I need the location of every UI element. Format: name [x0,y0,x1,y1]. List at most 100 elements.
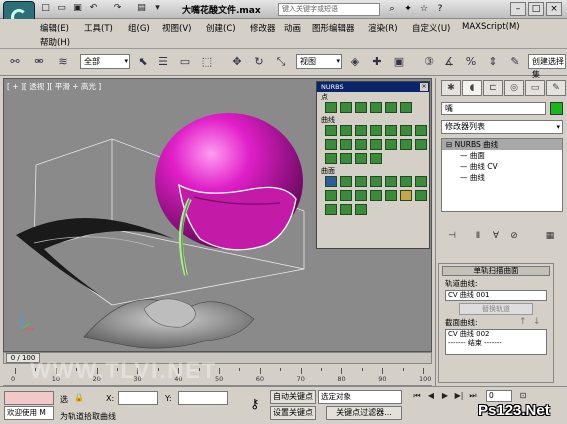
surface-tool-icon[interactable] [325,176,337,187]
nurbs-title[interactable]: NURBS × [317,82,429,92]
surface-tool-icon[interactable] [355,190,367,201]
selection-filter-dropdown[interactable]: 全部 ▾ [80,54,130,69]
menu-graph-editors[interactable]: 图形编辑器 [312,22,355,34]
curve-tool-icon[interactable] [340,139,352,150]
section-curves-list[interactable]: CV 曲线 002 ------- 结束 ------- [445,329,547,355]
surface-tool-icon[interactable] [400,176,412,187]
curve-tool-icon[interactable] [340,125,352,136]
curve-tool-icon[interactable] [355,153,367,164]
surface-tool-icon[interactable] [340,176,352,187]
display-tab-icon[interactable]: ▭ [525,80,545,96]
go-to-end-icon[interactable]: ⏭ [466,390,480,402]
time-config-icon[interactable]: ⊡ [516,390,530,402]
stack-item-curve-cv[interactable]: — 曲线 CV [442,161,562,172]
menu-modifiers[interactable]: 修改器 [250,22,276,34]
window-crossing-icon[interactable]: ⬚ [198,53,216,71]
curve-tool-icon[interactable] [340,153,352,164]
arrow-up-icon[interactable]: ↑ [519,317,527,328]
minimize-button[interactable]: – [510,2,526,16]
reference-coord-dropdown[interactable]: 视图 ▾ [296,54,342,69]
angle-snap-icon[interactable]: ∡ [440,53,458,71]
maximize-button[interactable]: □ [528,2,544,16]
surface-tool-icon[interactable] [325,190,337,201]
menu-animation[interactable]: 动画 [284,22,301,34]
favorites-icon[interactable]: ☆ [418,3,430,15]
infocenter-icon[interactable]: ✦ [402,3,414,15]
rotate-icon[interactable]: ↻ [250,53,268,71]
link-icon[interactable]: ⚯ [6,53,24,71]
arrow-down-icon[interactable]: ↓ [533,317,541,328]
open-file-icon[interactable]: ▭ [56,3,67,14]
key-icon[interactable]: ⚷ [250,397,260,412]
curve-tool-icon[interactable] [370,153,382,164]
surface-tool-icon[interactable] [325,204,337,215]
search-input[interactable]: 键入关键字或短语 [278,3,380,16]
bind-spacewarp-icon[interactable]: ≋ [54,53,72,71]
play-icon[interactable]: ▶ [438,390,452,402]
configure-sets-icon[interactable]: ▦ [543,229,557,243]
create-tab-icon[interactable]: ✱ [441,80,461,96]
surface-tool-icon[interactable] [415,176,427,187]
remove-modifier-icon[interactable]: ⊘ [507,229,521,243]
menu-help[interactable]: 帮助(H) [40,36,70,48]
pivot-center-icon[interactable]: ◈ [346,53,364,71]
point-tool-icon[interactable] [325,102,337,113]
scale-icon[interactable]: ⤡ [272,53,290,71]
stack-item-curve[interactable]: — 曲线 [442,172,562,183]
point-tool-icon[interactable] [385,102,397,113]
menu-create[interactable]: 创建(C) [206,22,236,34]
rollout-title[interactable]: 单轨扫描曲面 [442,266,550,276]
point-tool-icon[interactable] [340,102,352,113]
close-button[interactable]: × [546,2,562,16]
rail-curve-field[interactable]: CV 曲线 001 [445,290,547,301]
curve-tool-icon[interactable] [325,125,337,136]
replace-rail-button[interactable]: 替换轨道 [459,303,533,315]
spinner-snap-icon[interactable]: ⇕ [484,53,502,71]
curve-tool-icon[interactable] [370,139,382,150]
curve-tool-icon[interactable] [355,125,367,136]
selected-object-dropdown[interactable]: 选定对象 [318,390,402,404]
single-rail-sweep-icon[interactable] [400,190,412,201]
stack-item-nurbs-curve[interactable]: ⊟ NURBS 曲线 [442,139,562,150]
keyboard-shortcut-icon[interactable]: ▣ [390,53,408,71]
point-tool-icon[interactable] [400,102,412,113]
motion-tab-icon[interactable]: ◎ [504,80,524,96]
curve-tool-icon[interactable] [400,139,412,150]
curve-tool-icon[interactable] [385,139,397,150]
hierarchy-tab-icon[interactable]: ⊏ [483,80,503,96]
object-color-swatch[interactable] [550,102,563,115]
menu-customize[interactable]: 自定义(U) [412,22,450,34]
surface-tool-icon[interactable] [370,176,382,187]
curve-tool-icon[interactable] [325,153,337,164]
menu-rendering[interactable]: 渲染(R) [368,22,398,34]
unlink-icon[interactable]: ⚮ [30,53,48,71]
quick-access-dropdown-icon[interactable]: ▾ [152,3,163,14]
rect-selection-icon[interactable]: ▭ [176,53,194,71]
set-key-button[interactable]: 设置关键点 [270,406,316,420]
menu-views[interactable]: 视图(V) [162,22,191,34]
key-filters-button[interactable]: 关键点过滤器... [326,406,402,420]
maxscript-listener[interactable] [4,391,54,405]
menu-group[interactable]: 组(G) [128,22,150,34]
move-icon[interactable]: ✥ [228,53,246,71]
auto-key-button[interactable]: 自动关键点 [270,390,316,404]
section-curve-item[interactable]: CV 曲线 002 [448,330,546,339]
surface-tool-icon[interactable] [370,190,382,201]
x-coord-field[interactable] [118,391,158,405]
current-frame-field[interactable]: 0 [486,390,512,402]
curve-tool-icon[interactable] [355,139,367,150]
surface-tool-icon[interactable] [355,204,367,215]
curve-tool-icon[interactable] [415,125,427,136]
lock-selection-icon[interactable]: 🔒 [74,393,84,402]
modify-tab-icon[interactable]: ◖ [462,80,482,96]
go-to-start-icon[interactable]: ⏮ [410,390,424,402]
show-end-result-icon[interactable]: Ⅱ [471,229,485,243]
curve-tool-icon[interactable] [415,139,427,150]
redo-icon[interactable]: ↷ [112,3,123,14]
percent-snap-icon[interactable]: % [462,53,480,71]
welcome-field[interactable]: 欢迎使用 M [4,406,54,420]
pin-stack-icon[interactable]: ⊣ [445,229,459,243]
point-tool-icon[interactable] [370,102,382,113]
snap-toggle-icon[interactable]: ③ [420,53,438,71]
select-by-name-icon[interactable]: ☰ [154,53,172,71]
